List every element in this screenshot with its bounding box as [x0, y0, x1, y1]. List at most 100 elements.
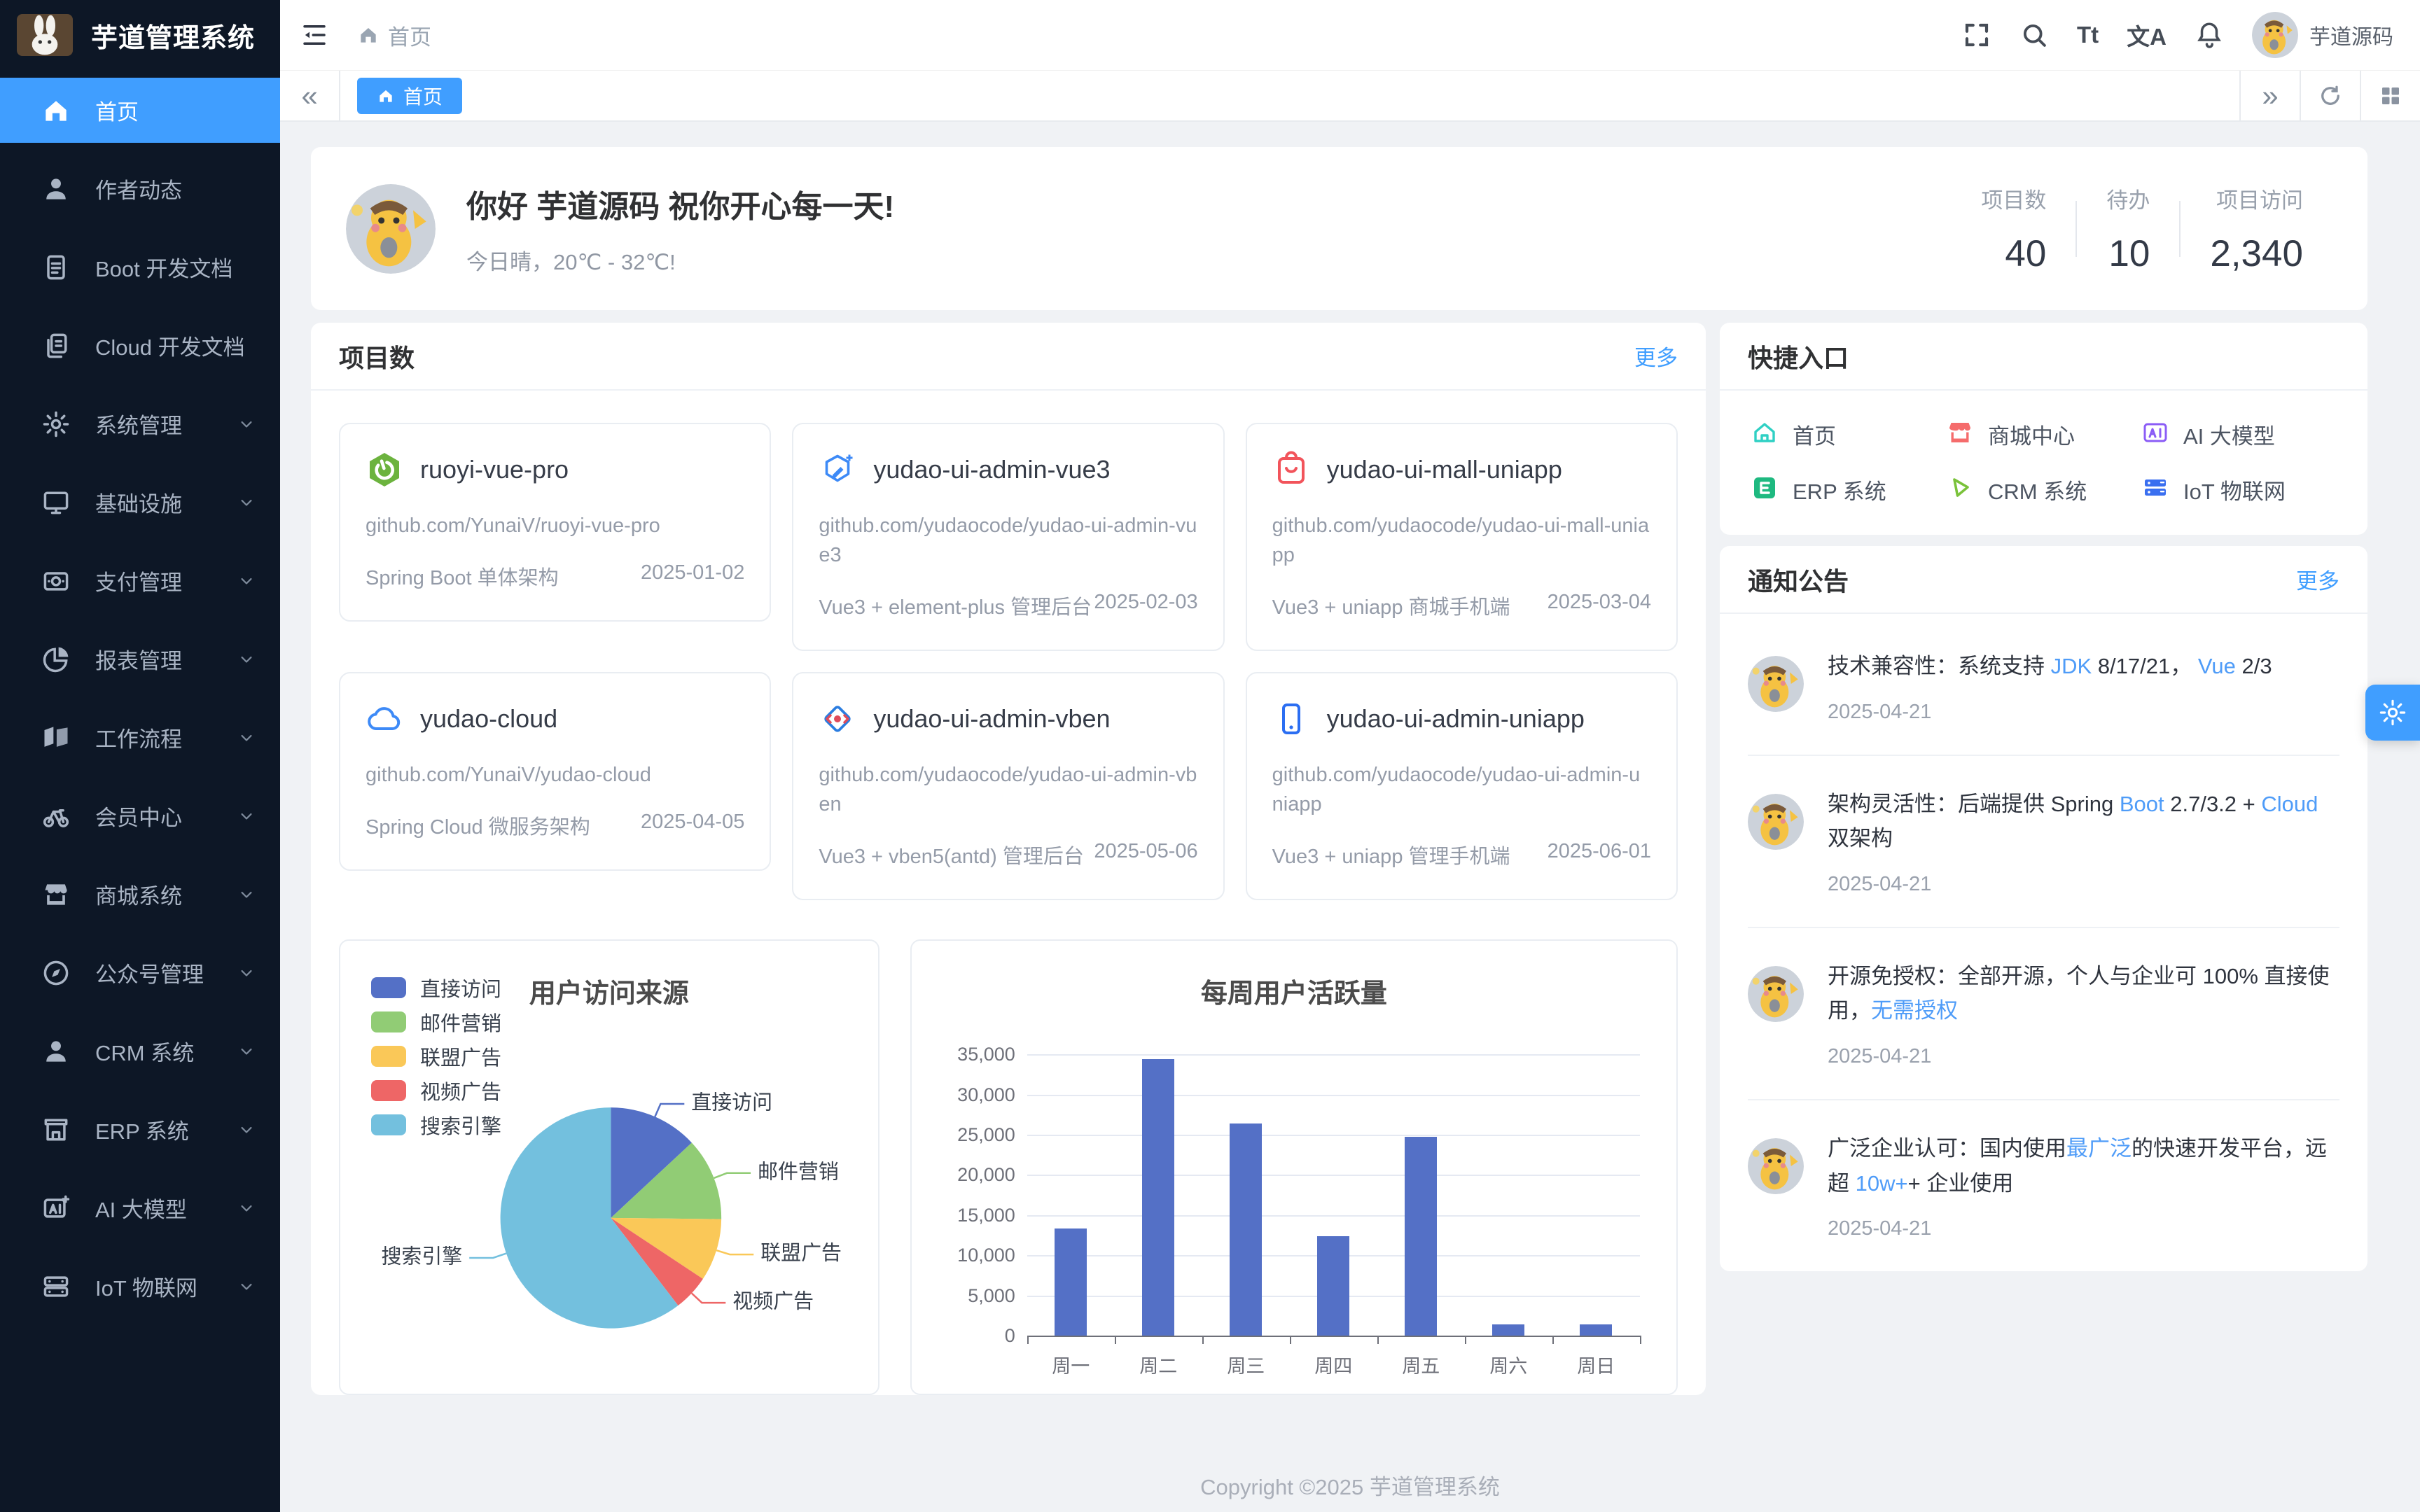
notices-more-link[interactable]: 更多 [2296, 564, 2339, 595]
tabs: 首页 [340, 71, 2239, 120]
welcome-stats: 项目数 40 待办 10 项目访问 2,340 [1952, 183, 2332, 275]
notice-item-4[interactable]: 广泛企业认可：国内使用最广泛的快速开发平台，远超 10w++ 企业使用 2025… [1748, 1100, 2339, 1271]
home-icon [377, 87, 395, 105]
notice-item-2[interactable]: 架构灵活性：后端提供 Spring Boot 2.7/3.2 + Cloud 双… [1748, 756, 2339, 928]
stat-projects: 项目数 40 [1952, 183, 2075, 275]
sidebar-item-report[interactable]: 报表管理 [0, 626, 280, 692]
sidebar-item-erp[interactable]: ERP 系统 [0, 1097, 280, 1162]
sidebar-item-author[interactable]: 作者动态 [0, 156, 280, 221]
project-card-yudao-ui-admin-vben[interactable]: yudao-ui-admin-vben github.com/yudaocode… [792, 672, 1224, 900]
chevron-down-icon [237, 963, 256, 983]
fullscreen-icon[interactable] [1962, 20, 1991, 50]
language-icon[interactable]: 文A [2127, 18, 2167, 52]
notification-bell-icon[interactable] [2195, 20, 2224, 50]
project-date: 2025-05-06 [1094, 840, 1197, 869]
shortcut-AI 大模型[interactable]: AI 大模型 [2141, 419, 2337, 450]
notice-title: 开源免授权：全部开源，个人与企业可 100% 直接使用，无需授权 [1828, 959, 2339, 1028]
sidebar-item-iot[interactable]: IoT 物联网 [0, 1254, 280, 1319]
welcome-title: 你好 芋道源码 祝你开心每一天! [466, 181, 894, 226]
welcome-card: 你好 芋道源码 祝你开心每一天! 今日晴，20℃ - 32℃! 项目数 40 待… [311, 147, 2367, 310]
notice-date: 2025-04-21 [1828, 1217, 2339, 1240]
bar-周二[interactable] [1142, 1059, 1174, 1336]
sidebar: 芋道管理系统 首页作者动态 Boot 开发文档 Cloud 开发文档系统管理基础设施… [0, 0, 280, 1512]
tab-label: 首页 [403, 82, 443, 110]
sidebar-item-infra[interactable]: 基础设施 [0, 470, 280, 535]
shortcut-商城中心[interactable]: 商城中心 [1946, 419, 2141, 450]
project-url[interactable]: github.com/yudaocode/yudao-ui-admin-vue3 [819, 511, 1197, 570]
project-desc: Spring Boot 单体架构 [366, 561, 559, 591]
tabs-layout-button[interactable] [2360, 71, 2420, 120]
tab-home[interactable]: 首页 [357, 78, 462, 114]
shortcut-IoT 物联网[interactable]: IoT 物联网 [2141, 474, 2337, 505]
bar-周四[interactable] [1317, 1236, 1349, 1336]
bar-周日[interactable] [1580, 1324, 1612, 1336]
bar-周五[interactable] [1405, 1137, 1437, 1336]
sidebar-item-cloud-doc[interactable]: Cloud 开发文档 [0, 313, 280, 378]
bar-chart-title: 每周用户活跃量 [912, 972, 1676, 1010]
notice-avatar [1748, 794, 1804, 850]
tabbar: « 首页 » [280, 71, 2420, 122]
bar-周六[interactable] [1492, 1324, 1524, 1336]
notice-date: 2025-04-21 [1828, 701, 2272, 724]
project-card-ruoyi-vue-pro[interactable]: ruoyi-vue-pro github.com/YunaiV/ruoyi-vu… [339, 423, 771, 622]
project-card-yudao-ui-admin-vue3[interactable]: yudao-ui-admin-vue3 github.com/yudaocode… [792, 423, 1224, 651]
sidebar-item-mall[interactable]: 商城系统 [0, 862, 280, 927]
user-menu[interactable]: 芋道源码 [2252, 12, 2393, 58]
project-url[interactable]: github.com/yudaocode/yudao-ui-admin-vben [819, 760, 1197, 819]
sidebar-item-system[interactable]: 系统管理 [0, 391, 280, 456]
ai-icon [41, 1193, 71, 1224]
search-icon[interactable] [2019, 20, 2049, 50]
notice-item-3[interactable]: 开源免授权：全部开源，个人与企业可 100% 直接使用，无需授权 2025-04… [1748, 928, 2339, 1100]
project-url[interactable]: github.com/YunaiV/yudao-cloud [366, 760, 744, 790]
sidebar-item-crm[interactable]: CRM 系统 [0, 1018, 280, 1084]
sidebar-item-label: 支付管理 [95, 565, 182, 596]
y-axis-tick-label: 20,000 [917, 1164, 1015, 1186]
sidebar-item-workflow[interactable]: 工作流程 [0, 705, 280, 770]
sidebar-item-label: IoT 物联网 [95, 1270, 197, 1302]
tabs-scroll-right-button[interactable]: » [2239, 71, 2300, 120]
collapse-sidebar-icon[interactable] [300, 20, 329, 50]
project-card-yudao-cloud[interactable]: yudao-cloud github.com/YunaiV/yudao-clou… [339, 672, 771, 871]
sidebar-item-ai[interactable]: AI 大模型 [0, 1175, 280, 1240]
sidebar-item-member[interactable]: 会员中心 [0, 783, 280, 848]
font-size-icon[interactable]: Tt [2077, 22, 2099, 48]
shortcut-CRM 系统[interactable]: CRM 系统 [1946, 474, 2141, 505]
author-icon [41, 174, 71, 204]
shortcuts-panel: 快捷入口 首页商城中心AI 大模型ERP 系统CRM 系统IoT 物联网 [1720, 323, 2367, 535]
settings-fab-button[interactable] [2365, 685, 2420, 741]
tabs-refresh-button[interactable] [2300, 71, 2360, 120]
project-url[interactable]: github.com/yudaocode/yudao-ui-admin-unia… [1272, 760, 1651, 819]
tabs-scroll-left-button[interactable]: « [280, 71, 340, 120]
charts-row: 用户访问来源 直接访问邮件营销联盟广告视频广告搜索引擎 直接访问邮件营销联盟广告… [311, 900, 1706, 1395]
app-title: 芋道管理系统 [91, 16, 255, 55]
x-axis-tick [1027, 1336, 1029, 1344]
bar-chart-card: 每周用户活跃量 05,00010,00015,00020,00025,00030… [910, 939, 1678, 1395]
notice-item-1[interactable]: 技术兼容性：系统支持 JDK 8/17/21， Vue 2/3 2025-04-… [1748, 618, 2339, 756]
project-date: 2025-06-01 [1548, 840, 1651, 869]
sidebar-item-boot-doc[interactable]: Boot 开发文档 [0, 234, 280, 300]
sidebar-item-pay[interactable]: 支付管理 [0, 548, 280, 613]
project-url[interactable]: github.com/YunaiV/ruoyi-vue-pro [366, 511, 744, 540]
sidebar-item-label: Boot 开发文档 [95, 251, 232, 283]
pie-chart: 直接访问邮件营销联盟广告视频广告搜索引擎 [340, 941, 878, 1394]
chevron-down-icon [237, 571, 256, 591]
bar-周三[interactable] [1230, 1124, 1262, 1336]
project-card-yudao-ui-mall-uniapp[interactable]: yudao-ui-mall-uniapp github.com/yudaocod… [1246, 423, 1678, 651]
shortcut-ERP 系统[interactable]: ERP 系统 [1751, 474, 1946, 505]
pie-label: 邮件营销 [758, 1161, 839, 1184]
project-card-yudao-ui-admin-uniapp[interactable]: yudao-ui-admin-uniapp github.com/yudaoco… [1246, 672, 1678, 900]
app-logo[interactable]: 芋道管理系统 [0, 0, 280, 70]
sidebar-item-label: 系统管理 [95, 408, 182, 440]
y-axis-tick-label: 15,000 [917, 1205, 1015, 1226]
pie-label: 联盟广告 [760, 1242, 842, 1265]
bar-周一[interactable] [1055, 1228, 1087, 1336]
projects-more-link[interactable]: 更多 [1634, 340, 1678, 372]
sidebar-item-mp[interactable]: 公众号管理 [0, 940, 280, 1005]
shortcut-首页[interactable]: 首页 [1751, 419, 1946, 450]
project-name: yudao-cloud [420, 704, 557, 734]
chevron-down-icon [237, 885, 256, 904]
project-desc: Spring Cloud 微服务架构 [366, 811, 590, 840]
project-url[interactable]: github.com/yudaocode/yudao-ui-mall-uniap… [1272, 511, 1651, 570]
sidebar-item-home[interactable]: 首页 [0, 78, 280, 143]
shortcut-label: 首页 [1793, 419, 1836, 450]
